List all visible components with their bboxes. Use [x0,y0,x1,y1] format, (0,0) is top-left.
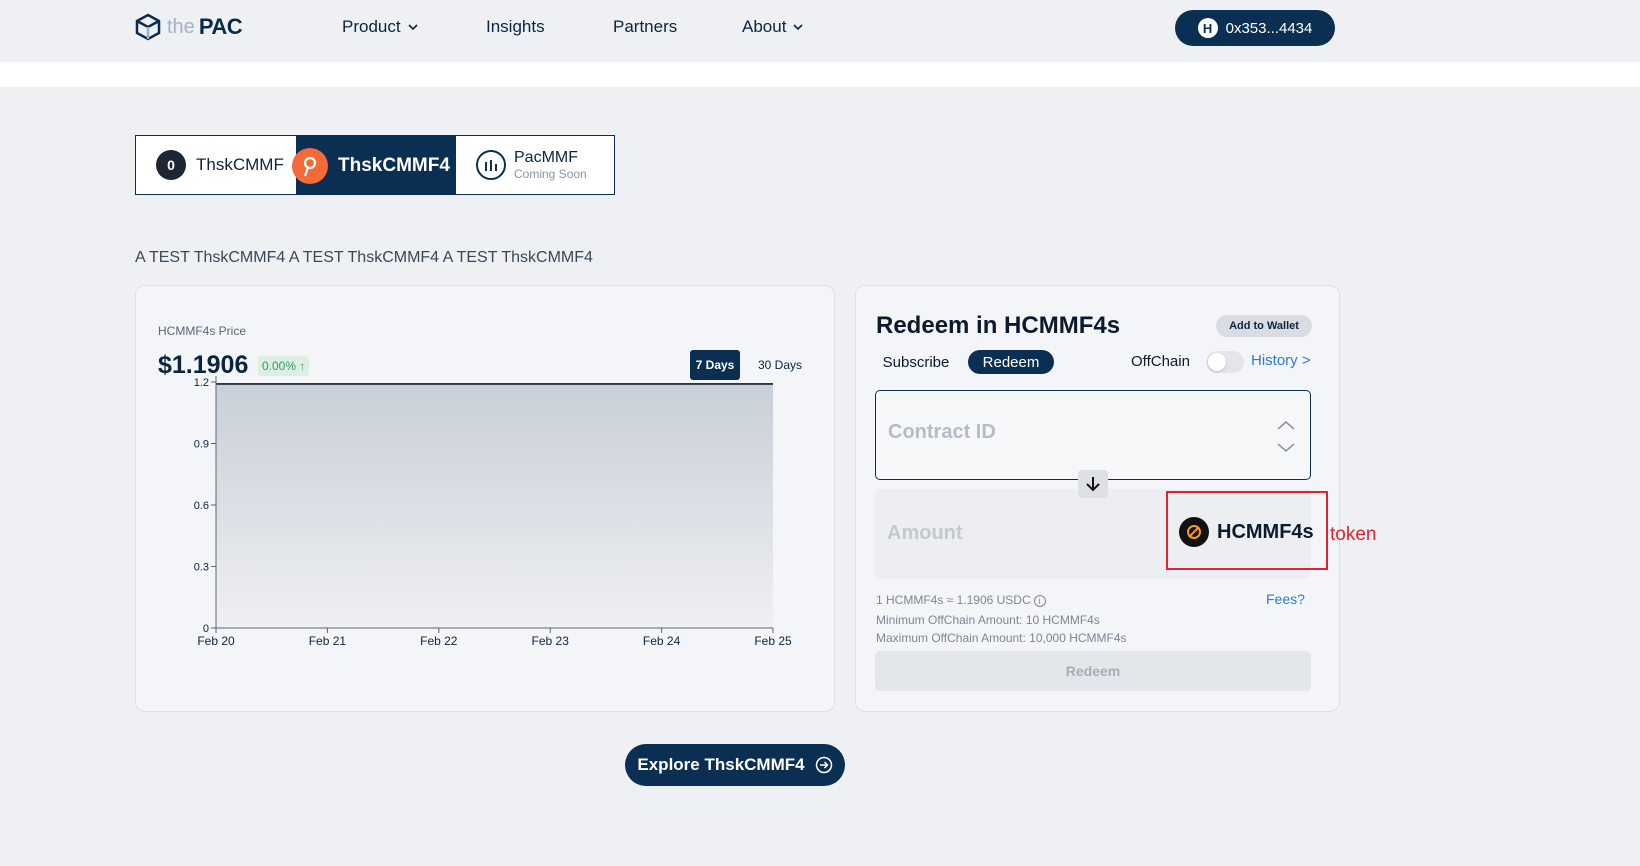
x-tick-label: Feb 23 [532,634,570,648]
history-link[interactable]: History > [1251,352,1311,369]
cube-logo-icon [135,13,161,41]
contract-stepper-icon[interactable] [1274,417,1298,457]
tab-thskcmmf-label: ThskCMMF [196,155,284,174]
x-tick-label: Feb 20 [197,634,235,648]
redeem-submit-button[interactable]: Redeem [875,651,1311,691]
fund-description: A TEST ThskCMMF4 A TEST ThskCMMF4 A TEST… [135,249,593,266]
offchain-label: OffChain [1131,353,1190,370]
amount-input[interactable] [887,522,1147,545]
fees-link[interactable]: Fees? [1266,591,1305,607]
nav-partners[interactable]: Partners [613,17,677,37]
token-highlight-box [1166,491,1328,570]
toggle-knob [1208,353,1226,371]
logo-prefix: the [167,15,195,38]
nav-about-label: About [742,17,787,36]
swap-direction-button[interactable] [1078,470,1108,498]
tab-thskcmmf4[interactable]: ThskCMMF4 [292,136,456,194]
arrow-down-icon [1086,477,1100,492]
wallet-address-button[interactable]: H 0x353...4434 [1175,10,1335,46]
token-annotation-label: token [1330,524,1377,545]
tab-pacmmf[interactable]: PacMMF Coming Soon [456,136,614,194]
wallet-address: 0x353...4434 [1225,19,1313,37]
price-chart-card: HCMMF4s Price $1.1906 0.00% ↑ 7 Days 30 … [135,285,835,712]
pin-logo-icon [292,148,328,184]
subscribe-mode-tab[interactable]: Subscribe [876,350,956,374]
info-icon[interactable]: i [1033,594,1046,607]
tab-thskcmmf[interactable]: 0 ThskCMMF [136,136,296,194]
nav-about[interactable]: About [742,17,804,37]
chevron-down-icon [408,24,418,31]
fund-logo-icon: 0 [156,150,186,180]
y-tick-label: 0.6 [194,500,209,512]
redeem-card: Redeem in HCMMF4s Add to Wallet Subscrib… [855,285,1340,712]
redeem-mode-tab[interactable]: Redeem [968,350,1054,374]
nav-partners-label: Partners [613,17,678,36]
chart-area-fill [216,383,773,628]
x-tick-label: Feb 21 [309,634,347,648]
max-amount-note: Maximum OffChain Amount: 10,000 HCMMF4s [876,631,1127,645]
x-tick-label: Feb 24 [643,634,681,648]
header-divider-strip [0,62,1640,87]
pacmmf-logo-icon [476,150,506,180]
fund-tabs: 0 ThskCMMF ThskCMMF4 PacMMF Coming Soon [135,135,615,195]
nav-product-label: Product [342,17,401,36]
site-logo[interactable]: the PAC [133,12,243,42]
explore-button-label: Explore ThskCMMF4 [637,755,805,774]
redeem-title: Redeem in HCMMF4s [876,312,1121,339]
contract-id-field [875,390,1311,480]
rate-note: 1 HCMMF4s ≈ 1.1906 USDC i [876,593,1046,607]
nav-insights[interactable]: Insights [486,17,545,37]
add-to-wallet-button[interactable]: Add to Wallet [1216,315,1312,337]
tab-thskcmmf4-label: ThskCMMF4 [338,155,450,176]
y-tick-label: 1.2 [194,377,209,389]
arrow-right-circle-icon [815,756,832,774]
explore-button[interactable]: Explore ThskCMMF4 [625,744,845,786]
chevron-down-icon [793,24,804,31]
logo-name: PAC [198,14,243,39]
price-area-chart: 00.30.60.91.2Feb 20 Feb 21 Feb 22 Feb 23 Feb… [194,376,792,648]
y-tick-label: 0.9 [194,439,209,451]
min-amount-note: Minimum OffChain Amount: 10 HCMMF4s [876,613,1100,627]
nav-product[interactable]: Product [342,17,419,37]
offchain-toggle[interactable] [1206,351,1244,373]
x-tick-label: Feb 22 [420,634,458,648]
contract-id-input[interactable] [888,421,1248,444]
wallet-h-icon: H [1197,18,1218,38]
tab-pacmmf-label: PacMMF [514,149,578,166]
x-tick-label: Feb 25 [754,634,792,648]
rate-note-text: 1 HCMMF4s ≈ 1.1906 USDC [876,593,1031,607]
y-tick-label: 0.3 [194,562,209,574]
nav-insights-label: Insights [486,17,545,36]
tab-pacmmf-sublabel: Coming Soon [514,167,587,181]
top-navigation-bar: the PAC Product Insights Partners About … [0,0,1640,62]
